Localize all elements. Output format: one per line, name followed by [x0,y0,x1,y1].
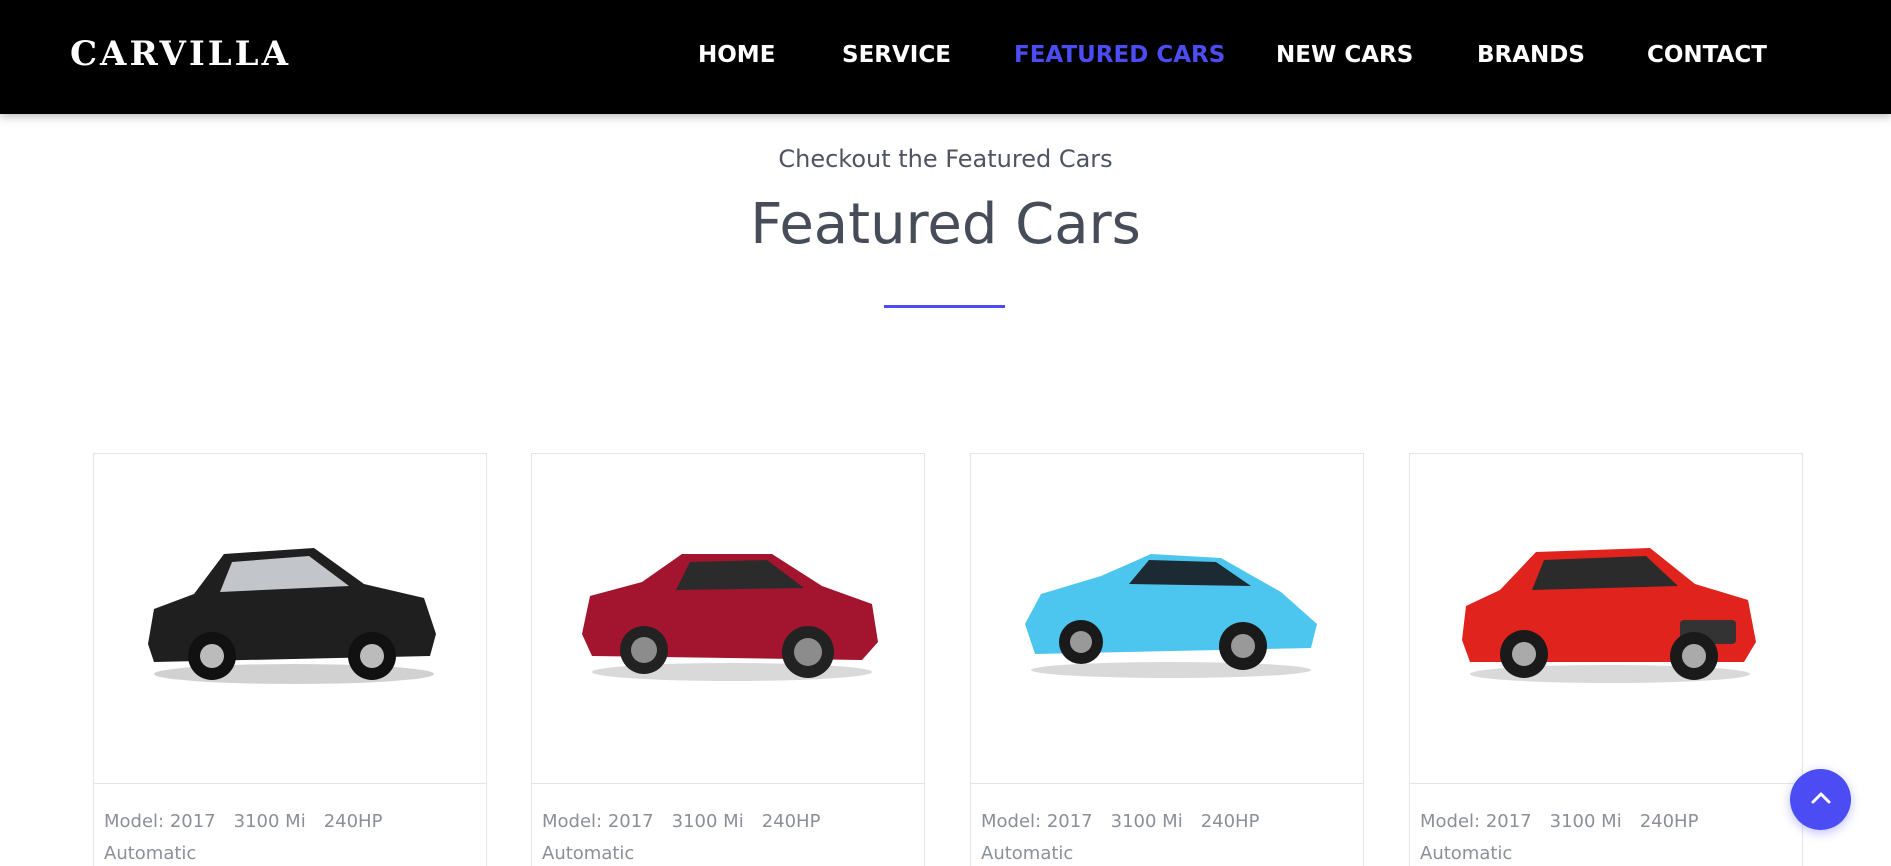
red-sports-coupe-icon [582,554,878,681]
car-specs: Model: 2017 3100 Mi 240HP Automatic [981,806,1341,866]
nav-link-home[interactable]: HOME [698,42,775,68]
brand-logo[interactable]: CARVILLA [70,34,291,74]
nav-link-new-cars[interactable]: NEW CARS [1276,42,1413,68]
card-divider [532,783,924,784]
car-transmission: Automatic [542,843,635,864]
title-underline [884,305,1005,308]
car-power: 240HP [1200,811,1260,832]
nav-link-featured-cars[interactable]: FEATURED CARS [1014,42,1225,68]
featured-car-card[interactable]: Model: 2017 3100 Mi 240HP Automatic [970,453,1364,866]
black-suv-icon [148,548,436,684]
card-divider [971,783,1363,784]
scroll-to-top-button[interactable] [1790,769,1851,830]
blue-supercar-icon [1025,554,1317,678]
car-specs: Model: 2017 3100 Mi 240HP Automatic [104,806,464,866]
top-navbar: CARVILLA HOME SERVICE FEATURED CARS NEW … [0,0,1891,114]
car-image[interactable] [94,454,486,783]
section-subtitle: Checkout the Featured Cars [778,145,1113,173]
section-title: Featured Cars [750,192,1141,257]
nav-link-contact[interactable]: CONTACT [1647,42,1767,68]
car-specs: Model: 2017 3100 Mi 240HP Automatic [1420,806,1780,866]
car-model: Model: 2017 [981,811,1093,832]
featured-car-card[interactable]: Model: 2017 3100 Mi 240HP Automatic [531,453,925,866]
car-mileage: 3100 Mi [233,811,306,832]
car-image[interactable] [971,454,1363,783]
card-divider [1410,783,1802,784]
car-image[interactable] [532,454,924,783]
car-model: Model: 2017 [104,811,216,832]
car-power: 240HP [323,811,383,832]
car-transmission: Automatic [981,843,1074,864]
car-model: Model: 2017 [542,811,654,832]
car-specs: Model: 2017 3100 Mi 240HP Automatic [542,806,902,866]
featured-car-card[interactable]: Model: 2017 3100 Mi 240HP Automatic [1409,453,1803,866]
red-wagon-icon [1462,548,1756,683]
car-model: Model: 2017 [1420,811,1532,832]
car-power: 240HP [761,811,821,832]
car-transmission: Automatic [104,843,197,864]
car-power: 240HP [1639,811,1699,832]
car-mileage: 3100 Mi [671,811,744,832]
car-image[interactable] [1410,454,1802,783]
nav-link-brands[interactable]: BRANDS [1477,42,1585,68]
featured-car-card[interactable]: Model: 2017 3100 Mi 240HP Automatic [93,453,487,866]
chevron-up-icon [1811,792,1831,804]
car-mileage: 3100 Mi [1549,811,1622,832]
card-divider [94,783,486,784]
car-mileage: 3100 Mi [1110,811,1183,832]
car-transmission: Automatic [1420,843,1513,864]
nav-link-service[interactable]: SERVICE [842,42,951,68]
